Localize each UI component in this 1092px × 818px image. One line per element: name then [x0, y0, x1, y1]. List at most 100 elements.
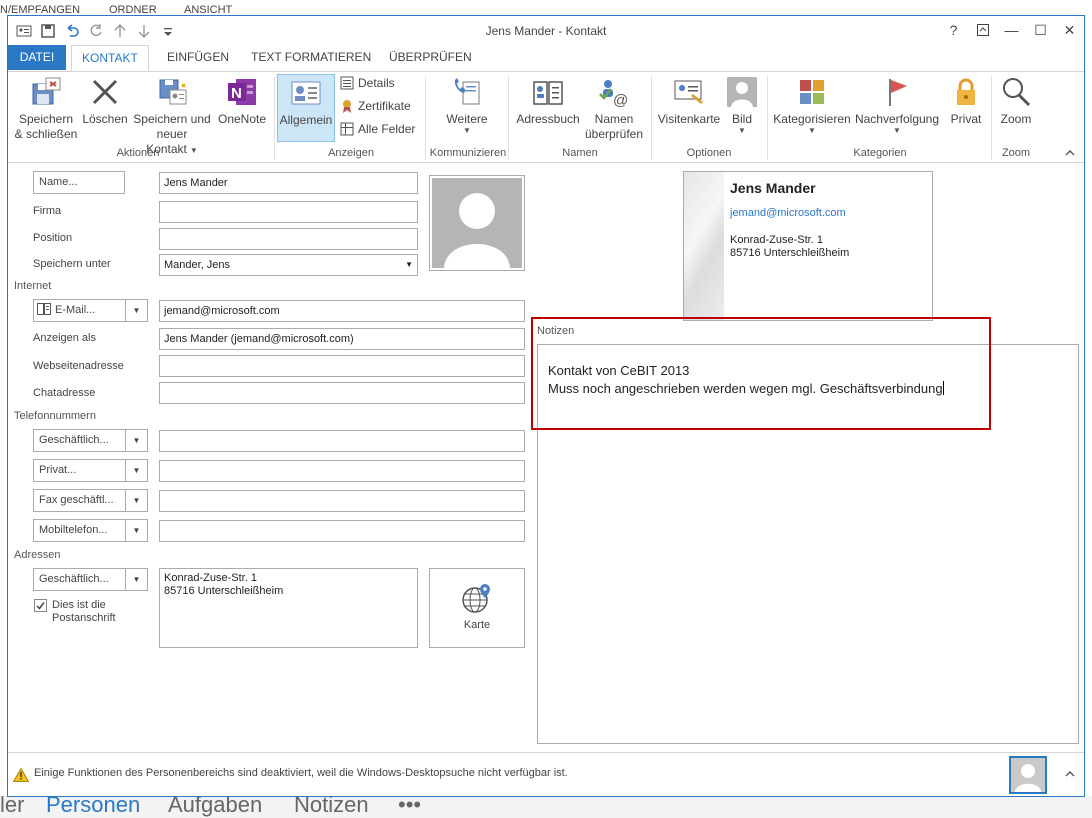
address-book-label: Adressbuch — [516, 112, 580, 126]
warning-icon — [12, 767, 30, 782]
mailing-address-label[interactable]: Dies ist die Postanschrift — [52, 599, 116, 625]
details-button[interactable]: Details — [340, 74, 395, 94]
expand-people-pane-icon[interactable] — [1064, 768, 1076, 780]
phone-business-dropdown[interactable]: ▼ — [125, 429, 148, 452]
save-new-button[interactable]: Speichern und neuer Kontakt ▼ — [130, 76, 214, 157]
address-type-dropdown[interactable]: ▼ — [125, 568, 148, 591]
minimize-button[interactable]: — — [997, 18, 1026, 42]
categorize-label: Kategorisieren — [773, 112, 851, 126]
follow-up-label: Nachverfolgung — [854, 112, 940, 126]
card-decoration — [684, 172, 724, 320]
magnifier-icon — [1000, 76, 1032, 108]
certificates-button[interactable]: Zertifikate — [340, 97, 411, 117]
save-close-icon — [30, 76, 62, 108]
im-address-input[interactable] — [159, 382, 525, 404]
follow-up-button[interactable]: Nachverfolgung ▼ — [852, 76, 942, 135]
address-line1: Konrad-Zuse-Str. 1 — [164, 572, 257, 584]
mailing-address-checkbox[interactable] — [34, 599, 47, 612]
zoom-button[interactable]: Zoom — [994, 76, 1038, 127]
maximize-button[interactable]: ☐ — [1026, 18, 1055, 42]
internet-section-title: Internet — [14, 280, 52, 292]
phone-mobile-button[interactable]: Mobiltelefon... — [33, 519, 126, 542]
business-card-icon — [673, 76, 705, 108]
help-button[interactable]: ? — [939, 18, 968, 42]
more-communicate-button[interactable]: Weitere ▼ — [440, 76, 494, 135]
position-input[interactable] — [159, 228, 418, 250]
ribbon: Speichern & schließen Löschen Speichern … — [8, 71, 1084, 163]
group-aktionen: Aktionen — [116, 147, 160, 159]
notes-highlight-box — [531, 317, 991, 430]
picture-button[interactable]: Bild ▼ — [724, 76, 760, 135]
collapse-ribbon-icon[interactable] — [1064, 147, 1076, 159]
company-label: Firma — [33, 205, 62, 217]
zoom-label: Zoom — [1000, 112, 1032, 126]
business-card-button[interactable]: Visitenkarte — [655, 76, 723, 127]
tab-kontakt[interactable]: KONTAKT — [71, 45, 149, 71]
email-type-dropdown[interactable]: ▼ — [125, 299, 148, 322]
chevron-down-icon: ▼ — [405, 260, 413, 269]
details-label: Details — [358, 76, 395, 90]
card-name: Jens Mander — [730, 180, 816, 196]
delete-button[interactable]: Löschen — [80, 76, 130, 127]
close-button[interactable]: ✕ — [1055, 18, 1084, 42]
chevron-down-icon: ▼ — [738, 126, 746, 135]
tab-text-formatieren[interactable]: TEXT FORMATIEREN — [241, 45, 381, 70]
all-fields-button[interactable]: Alle Felder — [340, 120, 415, 140]
web-address-label: Webseitenadresse — [33, 360, 124, 372]
phone-fax-input[interactable] — [159, 490, 525, 512]
email-input[interactable]: jemand@microsoft.com — [159, 300, 525, 322]
address-type-button[interactable]: Geschäftlich... — [33, 568, 126, 591]
certificates-label: Zertifikate — [358, 99, 411, 113]
position-label: Position — [33, 232, 73, 244]
card-email: jemand@microsoft.com — [730, 207, 846, 219]
title-bar: Jens Mander - Kontakt ? — ☐ ✕ — [8, 16, 1084, 45]
onenote-button[interactable]: N OneNote — [214, 76, 270, 127]
chevron-down-icon: ▼ — [463, 126, 471, 135]
all-fields-icon — [340, 122, 354, 136]
picture-label: Bild — [731, 112, 752, 126]
display-as-input[interactable]: Jens Mander (jemand@microsoft.com) — [159, 328, 525, 350]
phone-mobile-input[interactable] — [159, 520, 525, 542]
phone-home-dropdown[interactable]: ▼ — [125, 459, 148, 482]
lock-icon — [950, 76, 982, 108]
save-close-label-2: & schließen — [14, 127, 78, 141]
group-anzeigen: Anzeigen — [328, 147, 374, 159]
tab-einfuegen[interactable]: EINFÜGEN — [157, 45, 239, 70]
tab-ueberpruefen[interactable]: ÜBERPRÜFEN — [379, 45, 482, 70]
address-book-button[interactable]: Adressbuch — [514, 76, 582, 127]
private-button[interactable]: Privat — [944, 76, 988, 127]
tab-datei[interactable]: DATEI — [8, 45, 66, 70]
web-address-input[interactable] — [159, 355, 525, 377]
phone-home-button[interactable]: Privat... — [33, 459, 126, 482]
svg-text:N: N — [231, 85, 242, 102]
svg-text:@: @ — [613, 92, 628, 108]
people-pane-avatar[interactable] — [1009, 756, 1047, 794]
company-input[interactable] — [159, 201, 418, 223]
file-as-value: Mander, Jens — [164, 259, 231, 271]
save-close-button[interactable]: Speichern & schließen — [10, 76, 82, 142]
name-button[interactable]: Name... — [33, 171, 125, 194]
delete-x-icon — [89, 76, 121, 108]
ribbon-display-options-button[interactable] — [968, 18, 997, 42]
file-as-select[interactable]: Mander, Jens ▼ — [159, 254, 418, 276]
map-button[interactable]: Karte — [429, 568, 525, 648]
check-names-button[interactable]: @ Namen überprüfen — [584, 76, 644, 142]
general-view-button[interactable]: Allgemein — [277, 74, 335, 142]
business-card-preview[interactable]: Jens Mander jemand@microsoft.com Konrad-… — [683, 171, 933, 321]
all-fields-label: Alle Felder — [358, 122, 416, 136]
full-name-input[interactable]: Jens Mander — [159, 172, 418, 194]
phone-fax-dropdown[interactable]: ▼ — [125, 489, 148, 512]
phone-home-input[interactable] — [159, 460, 525, 482]
phone-business-input[interactable] — [159, 430, 525, 452]
person-silhouette-icon — [1015, 764, 1041, 792]
categorize-button[interactable]: Kategorisieren ▼ — [772, 76, 852, 135]
group-kategorien: Kategorien — [853, 147, 907, 159]
delete-label: Löschen — [82, 112, 128, 126]
phone-mobile-dropdown[interactable]: ▼ — [125, 519, 148, 542]
contact-photo[interactable] — [429, 175, 525, 271]
phone-business-button[interactable]: Geschäftlich... — [33, 429, 126, 452]
email-type-button[interactable]: E-Mail... — [33, 299, 126, 322]
more-label: Weitere — [446, 112, 488, 126]
address-textarea[interactable]: Konrad-Zuse-Str. 1 85716 Unterschleißhei… — [159, 568, 418, 648]
phone-fax-button[interactable]: Fax geschäftl... — [33, 489, 126, 512]
